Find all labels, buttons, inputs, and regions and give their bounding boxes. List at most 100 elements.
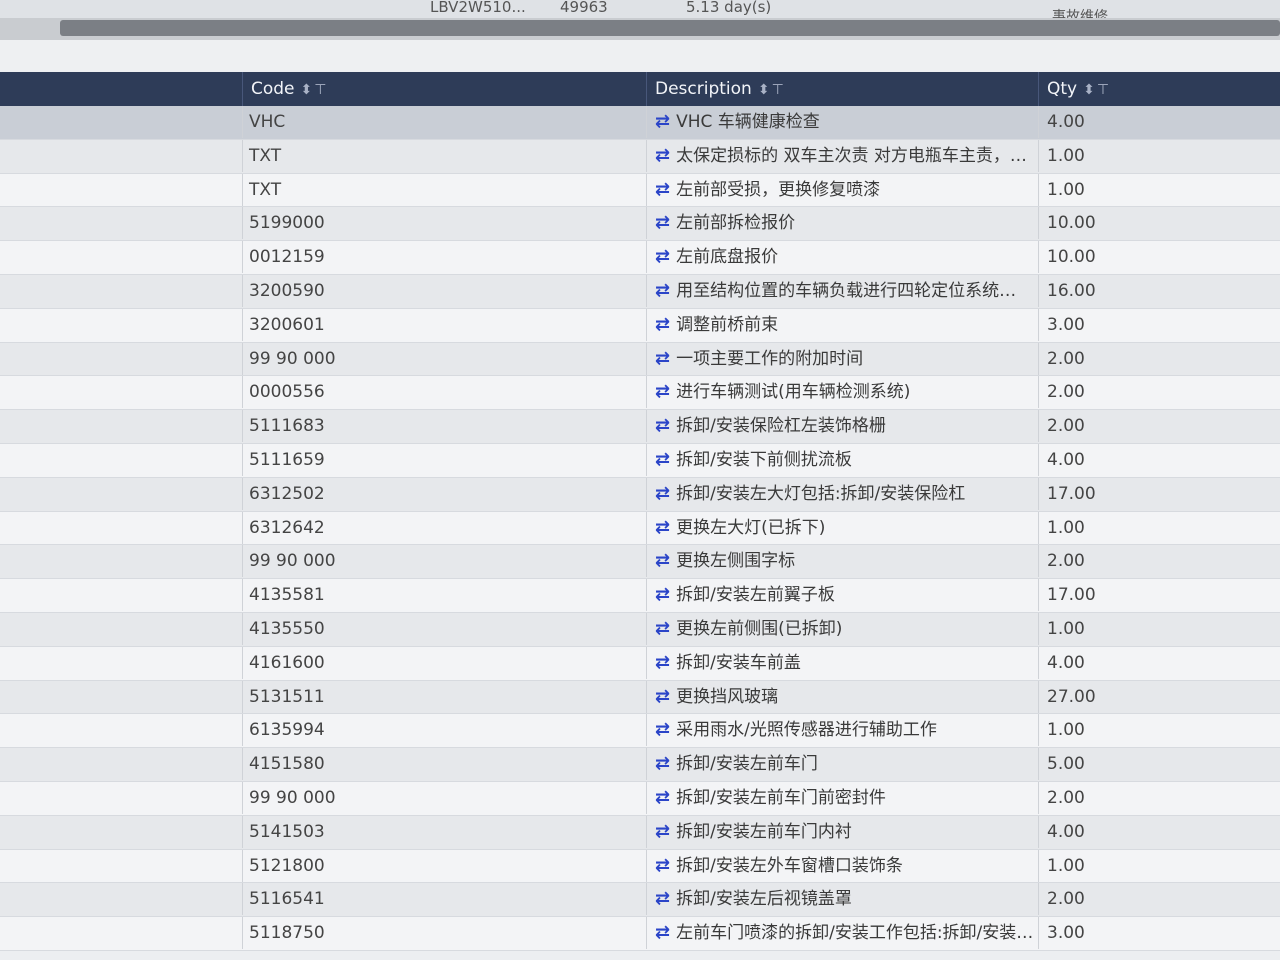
table-row[interactable]: TXT ⇄ 太保定损标的 双车主次责 对方电瓶车主责，… 1.00 (0, 139, 1280, 174)
description-cell[interactable]: ⇄ 拆卸/安装左前车门 (646, 748, 1038, 781)
swap-icon[interactable]: ⇄ (655, 309, 670, 341)
row-selector[interactable] (0, 207, 242, 239)
swap-icon[interactable]: ⇄ (655, 917, 670, 949)
table-row[interactable]: 0012159 ⇄ 左前底盘报价 10.00 (0, 241, 1280, 275)
scrollbar-thumb[interactable] (60, 20, 1280, 36)
filter-icon[interactable]: ⊤ (1097, 82, 1109, 98)
row-selector[interactable] (0, 343, 242, 375)
description-cell[interactable]: ⇄ 更换挡风玻璃 (646, 680, 1038, 713)
table-row[interactable]: 6312642 ⇄ 更换左大灯(已拆下) 1.00 (0, 511, 1280, 546)
description-cell[interactable]: ⇄ 采用雨水/光照传感器进行辅助工作 (646, 714, 1038, 747)
row-selector[interactable] (0, 545, 242, 577)
table-row[interactable]: 99 90 000 ⇄ 拆卸/安装左前车门前密封件 2.00 (0, 781, 1280, 816)
row-selector[interactable] (0, 309, 242, 341)
row-selector[interactable] (0, 782, 242, 814)
row-selector[interactable] (0, 917, 242, 949)
description-cell[interactable]: ⇄ 拆卸/安装保险杠左装饰格栅 (646, 410, 1038, 443)
swap-icon[interactable]: ⇄ (655, 444, 670, 476)
row-selector[interactable] (0, 850, 242, 882)
sort-icon[interactable]: ⬍ (1083, 82, 1095, 98)
description-cell[interactable]: ⇄ 拆卸/安装左前车门内衬 (646, 815, 1038, 848)
sort-icon[interactable]: ⬍ (301, 82, 313, 98)
table-row[interactable]: 5111683 ⇄ 拆卸/安装保险杠左装饰格栅 2.00 (0, 410, 1280, 444)
row-selector[interactable] (0, 512, 242, 544)
description-cell[interactable]: ⇄ 左前部受损，更换修复喷漆 (646, 173, 1038, 206)
table-row[interactable]: 5116541 ⇄ 拆卸/安装左后视镜盖罩 2.00 (0, 883, 1280, 918)
description-cell[interactable]: ⇄ 拆卸/安装车前盖 (646, 646, 1038, 679)
swap-icon[interactable]: ⇄ (655, 174, 670, 206)
description-cell[interactable]: ⇄ 拆卸/安装左前翼子板 (646, 579, 1038, 612)
table-row[interactable]: 5111659 ⇄ 拆卸/安装下前侧扰流板 4.00 (0, 443, 1280, 478)
table-row[interactable]: 3200601 ⇄ 调整前桥前束 3.00 (0, 308, 1280, 343)
description-cell[interactable]: ⇄ 拆卸/安装左大灯包括:拆卸/安装保险杠 (646, 477, 1038, 510)
table-row[interactable]: 3200590 ⇄ 用至结构位置的车辆负载进行四轮定位系统… 16.00 (0, 274, 1280, 309)
swap-icon[interactable]: ⇄ (655, 410, 670, 442)
table-row[interactable]: VHC ⇄ VHC 车辆健康检查 4.00 (0, 106, 1280, 140)
swap-icon[interactable]: ⇄ (655, 782, 670, 814)
description-cell[interactable]: ⇄ 用至结构位置的车辆负载进行四轮定位系统… (646, 274, 1038, 307)
swap-icon[interactable]: ⇄ (655, 512, 670, 544)
swap-icon[interactable]: ⇄ (655, 816, 670, 848)
swap-icon[interactable]: ⇄ (655, 545, 670, 577)
description-cell[interactable]: ⇄ 左前底盘报价 (646, 241, 1038, 274)
row-selector[interactable] (0, 647, 242, 679)
sort-icon[interactable]: ⬍ (758, 82, 770, 98)
description-cell[interactable]: ⇄ 更换左大灯(已拆下) (646, 511, 1038, 544)
table-row[interactable]: 5118750 ⇄ 左前车门喷漆的拆卸/安装工作包括:拆卸/安装… 3.00 (0, 917, 1280, 951)
description-cell[interactable]: ⇄ 更换左侧围字标 (646, 545, 1038, 578)
description-cell[interactable]: ⇄ 左前部拆检报价 (646, 207, 1038, 240)
swap-icon[interactable]: ⇄ (655, 681, 670, 713)
row-selector[interactable] (0, 613, 242, 645)
row-selector[interactable] (0, 174, 242, 206)
swap-icon[interactable]: ⇄ (655, 714, 670, 746)
swap-icon[interactable]: ⇄ (655, 613, 670, 645)
description-cell[interactable]: ⇄ 更换左前侧围(已拆卸) (646, 612, 1038, 645)
row-selector[interactable] (0, 275, 242, 307)
table-row[interactable]: 5121800 ⇄ 拆卸/安装左外车窗槽口装饰条 1.00 (0, 849, 1280, 884)
swap-icon[interactable]: ⇄ (655, 376, 670, 408)
swap-icon[interactable]: ⇄ (655, 579, 670, 611)
filter-icon[interactable]: ⊤ (772, 82, 784, 98)
description-cell[interactable]: ⇄ 拆卸/安装左外车窗槽口装饰条 (646, 849, 1038, 882)
swap-icon[interactable]: ⇄ (655, 647, 670, 679)
swap-icon[interactable]: ⇄ (655, 343, 670, 375)
table-row[interactable]: 99 90 000 ⇄ 一项主要工作的附加时间 2.00 (0, 342, 1280, 377)
table-row[interactable]: 4135550 ⇄ 更换左前侧围(已拆卸) 1.00 (0, 612, 1280, 647)
swap-icon[interactable]: ⇄ (655, 748, 670, 780)
swap-icon[interactable]: ⇄ (655, 478, 670, 510)
row-selector[interactable] (0, 444, 242, 476)
description-cell[interactable]: ⇄ 一项主要工作的附加时间 (646, 342, 1038, 375)
swap-icon[interactable]: ⇄ (655, 275, 670, 307)
header-code[interactable]: Code ⬍ ⊤ (242, 72, 646, 106)
table-row[interactable]: 6312502 ⇄ 拆卸/安装左大灯包括:拆卸/安装保险杠 17.00 (0, 477, 1280, 512)
swap-icon[interactable]: ⇄ (655, 883, 670, 915)
row-selector[interactable] (0, 241, 242, 273)
row-selector[interactable] (0, 748, 242, 780)
row-selector[interactable] (0, 410, 242, 442)
row-selector[interactable] (0, 681, 242, 713)
swap-icon[interactable]: ⇄ (655, 207, 670, 239)
table-row[interactable]: 5131511 ⇄ 更换挡风玻璃 27.00 (0, 680, 1280, 715)
previous-row[interactable]: LBV2W510... 49963 5.13 day(s) 事故维修 (0, 0, 1280, 25)
row-selector[interactable] (0, 376, 242, 408)
swap-icon[interactable]: ⇄ (655, 850, 670, 882)
header-qty[interactable]: Qty ⬍ ⊤ (1038, 72, 1280, 106)
row-selector[interactable] (0, 816, 242, 848)
description-cell[interactable]: ⇄ 拆卸/安装左后视镜盖罩 (646, 883, 1038, 916)
description-cell[interactable]: ⇄ 左前车门喷漆的拆卸/安装工作包括:拆卸/安装… (646, 917, 1038, 950)
description-cell[interactable]: ⇄ 调整前桥前束 (646, 308, 1038, 341)
swap-icon[interactable]: ⇄ (655, 241, 670, 273)
row-selector[interactable] (0, 579, 242, 611)
description-cell[interactable]: ⇄ 拆卸/安装下前侧扰流板 (646, 443, 1038, 476)
description-cell[interactable]: ⇄ 太保定损标的 双车主次责 对方电瓶车主责，… (646, 139, 1038, 172)
swap-icon[interactable]: ⇄ (655, 106, 670, 138)
description-cell[interactable]: ⇄ 进行车辆测试(用车辆检测系统) (646, 376, 1038, 409)
description-cell[interactable]: ⇄ 拆卸/安装左前车门前密封件 (646, 781, 1038, 814)
row-selector[interactable] (0, 106, 242, 138)
swap-icon[interactable]: ⇄ (655, 140, 670, 172)
row-selector[interactable] (0, 140, 242, 172)
table-row[interactable]: 4161600 ⇄ 拆卸/安装车前盖 4.00 (0, 646, 1280, 681)
row-selector[interactable] (0, 883, 242, 915)
table-row[interactable]: 5141503 ⇄ 拆卸/安装左前车门内衬 4.00 (0, 815, 1280, 850)
header-description[interactable]: Description ⬍ ⊤ (646, 72, 1038, 106)
